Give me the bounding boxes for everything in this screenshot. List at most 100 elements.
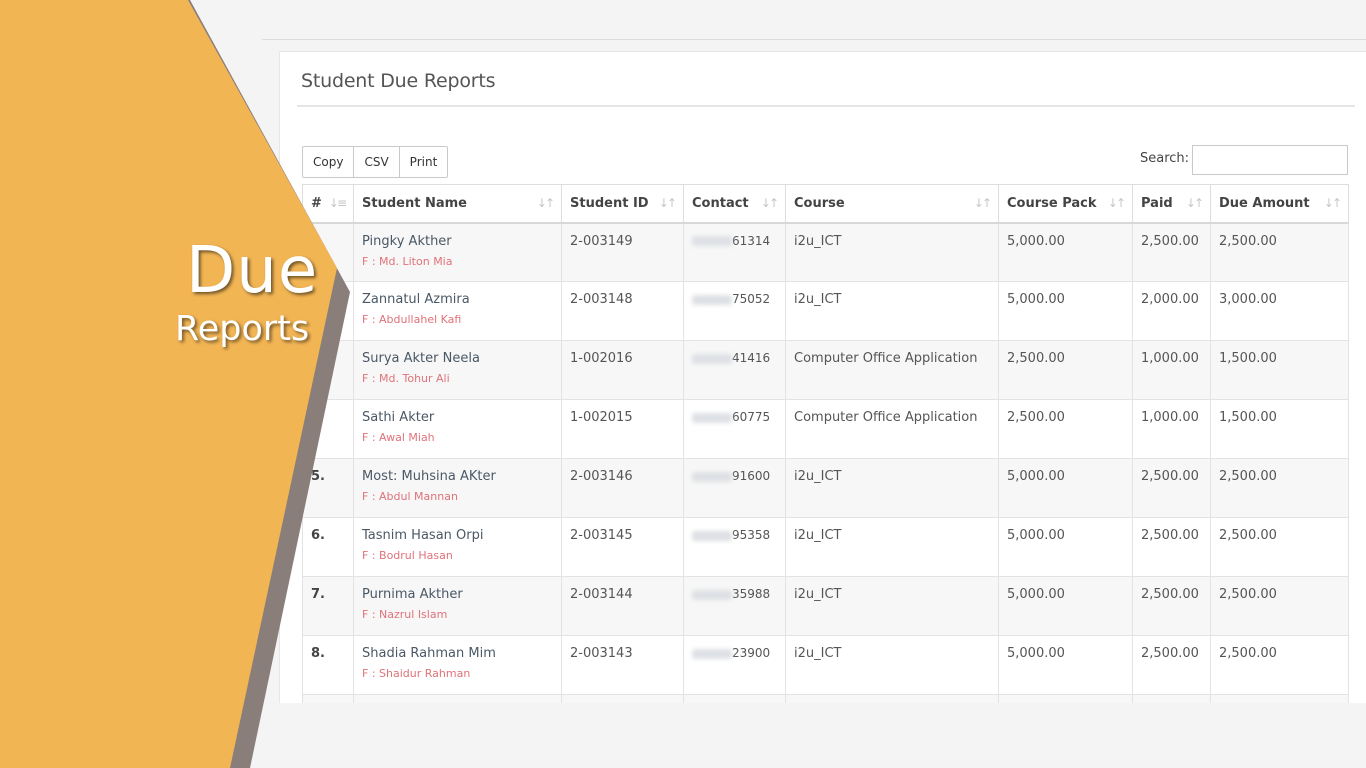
table-row: 7. Purnima Akther F : Nazrul Islam 2-0031… [302, 576, 1349, 636]
student-cell: Zannatul Azmira F : Abdullahel Kafi [353, 281, 562, 341]
sort-icon: ↓↑ [658, 196, 677, 210]
student-name: Most: Muhsina AKter [362, 469, 496, 484]
student-cell: Shadia Rahman Mim F : Shaidur Rahman [353, 635, 562, 695]
contact-cell: 23900 [683, 635, 786, 695]
print-button[interactable]: Print [400, 147, 448, 177]
title-divider [297, 105, 1355, 107]
course-pack: 5,000.00 [998, 458, 1133, 518]
due-amount: 2,500.00 [1210, 576, 1349, 636]
column-header-course-pack[interactable]: Course Pack ↓↑ [998, 184, 1133, 224]
paid: 1,000.00 [1132, 340, 1211, 400]
contact-cell: 60775 [683, 399, 786, 459]
father-name: F : Shaidur Rahman [362, 667, 471, 680]
course-pack: 2,500.00 [998, 399, 1133, 459]
column-header-paid[interactable]: Paid ↓↑ [1132, 184, 1211, 224]
due-amount: 1,500.00 [1210, 399, 1349, 459]
student-cell: Purnima Akther F : Nazrul Islam [353, 576, 562, 636]
row-number: 5. [302, 458, 354, 518]
copy-button[interactable]: Copy [303, 147, 355, 177]
student-id: 2-003149 [561, 222, 684, 282]
course: i2u_ICT [785, 281, 999, 341]
row-number [302, 399, 354, 459]
contact-cell: 95358 [683, 517, 786, 577]
column-header-contact[interactable]: Contact ↓↑ [683, 184, 786, 224]
sort-icon: ↓↑ [1323, 196, 1342, 210]
search-label: Search: [1140, 151, 1190, 166]
course-pack: 5,000.00 [998, 576, 1133, 636]
father-name: F : Md. Tohur Ali [362, 372, 450, 385]
student-name: Tasnim Hasan Orpi [362, 528, 484, 543]
column-header-due-amount[interactable]: Due Amount ↓↑ [1210, 184, 1349, 224]
due-amount: 3,000.00 [1210, 281, 1349, 341]
row-number [302, 222, 354, 282]
course-pack: 2,500.00 [998, 340, 1133, 400]
father-name: F : Abdul Mannan [362, 490, 458, 503]
sort-icon: ↓↑ [973, 196, 992, 210]
due-report-panel: Student Due Reports Copy CSV Print Searc… [279, 51, 1366, 704]
contact-cell: 35988 [683, 576, 786, 636]
contact-cell: 61314 [683, 222, 786, 282]
course: i2u_ICT [785, 635, 999, 695]
paid: 1,000.00 [1132, 399, 1211, 459]
father-name: F : Awal Miah [362, 431, 435, 444]
student-name: Zannatul Azmira [362, 292, 470, 307]
row-number [302, 281, 354, 341]
course-pack: 5,000.00 [998, 517, 1133, 577]
sort-icon: ↓↑ [536, 196, 555, 210]
student-name: Sathi Akter [362, 410, 435, 425]
student-id: 2-003144 [561, 576, 684, 636]
column-header-student-name[interactable]: Student Name ↓↑ [353, 184, 562, 224]
due-amount: 2,500.00 [1210, 222, 1349, 282]
export-button-group: Copy CSV Print [302, 146, 449, 178]
row-number: 6. [302, 517, 354, 577]
page-title: Student Due Reports [301, 70, 496, 92]
paid: 2,500.00 [1132, 458, 1211, 518]
table-row: Surya Akter Neela F : Md. Tohur Ali 1-002… [302, 340, 1349, 400]
column-header-number[interactable]: # ↓≡ [302, 184, 354, 224]
course: i2u_ICT [785, 458, 999, 518]
student-name: Purnima Akther [362, 587, 463, 602]
student-id: 2-003143 [561, 635, 684, 695]
student-cell: Sathi Akter F : Awal Miah [353, 399, 562, 459]
redacted-contact [692, 353, 732, 364]
page-background [0, 703, 1366, 768]
redacted-contact [692, 412, 732, 423]
redacted-contact [692, 294, 732, 305]
course: Computer Office Application [785, 399, 999, 459]
table-row: 8. Shadia Rahman Mim F : Shaidur Rahman 2… [302, 635, 1349, 695]
father-name: F : Md. Liton Mia [362, 254, 453, 268]
student-cell: Pingky Akther F : Md. Liton Mia [353, 222, 562, 282]
redacted-contact [692, 471, 732, 482]
table-row: Pingky Akther F : Md. Liton Mia 2-003149 … [302, 222, 1349, 282]
due-amount: 2,500.00 [1210, 458, 1349, 518]
contact-cell: 75052 [683, 281, 786, 341]
course: i2u_ICT [785, 517, 999, 577]
course: i2u_ICT [785, 222, 999, 282]
course-pack: 5,000.00 [998, 635, 1133, 695]
top-divider [262, 39, 1366, 40]
redacted-contact [692, 530, 732, 541]
course: i2u_ICT [785, 576, 999, 636]
student-id: 2-003148 [561, 281, 684, 341]
student-name: Shadia Rahman Mim [362, 646, 496, 661]
paid: 2,500.00 [1132, 576, 1211, 636]
redacted-contact [692, 236, 732, 246]
due-amount: 2,500.00 [1210, 635, 1349, 695]
table-row: 6. Tasnim Hasan Orpi F : Bodrul Hasan 2-0… [302, 517, 1349, 577]
row-number: 8. [302, 635, 354, 695]
paid: 2,500.00 [1132, 517, 1211, 577]
paid: 2,000.00 [1132, 281, 1211, 341]
due-amount: 1,500.00 [1210, 340, 1349, 400]
column-header-course[interactable]: Course ↓↑ [785, 184, 999, 224]
student-cell: Most: Muhsina AKter F : Abdul Mannan [353, 458, 562, 518]
row-number: 7. [302, 576, 354, 636]
csv-button[interactable]: CSV [354, 147, 400, 177]
sort-icon: ↓↑ [760, 196, 779, 210]
paid: 2,500.00 [1132, 222, 1211, 282]
student-name: Pingky Akther [362, 233, 452, 249]
student-cell: Surya Akter Neela F : Md. Tohur Ali [353, 340, 562, 400]
father-name: F : Bodrul Hasan [362, 549, 453, 562]
search-input[interactable] [1192, 145, 1348, 175]
contact-cell: 91600 [683, 458, 786, 518]
column-header-student-id[interactable]: Student ID ↓↑ [561, 184, 684, 224]
